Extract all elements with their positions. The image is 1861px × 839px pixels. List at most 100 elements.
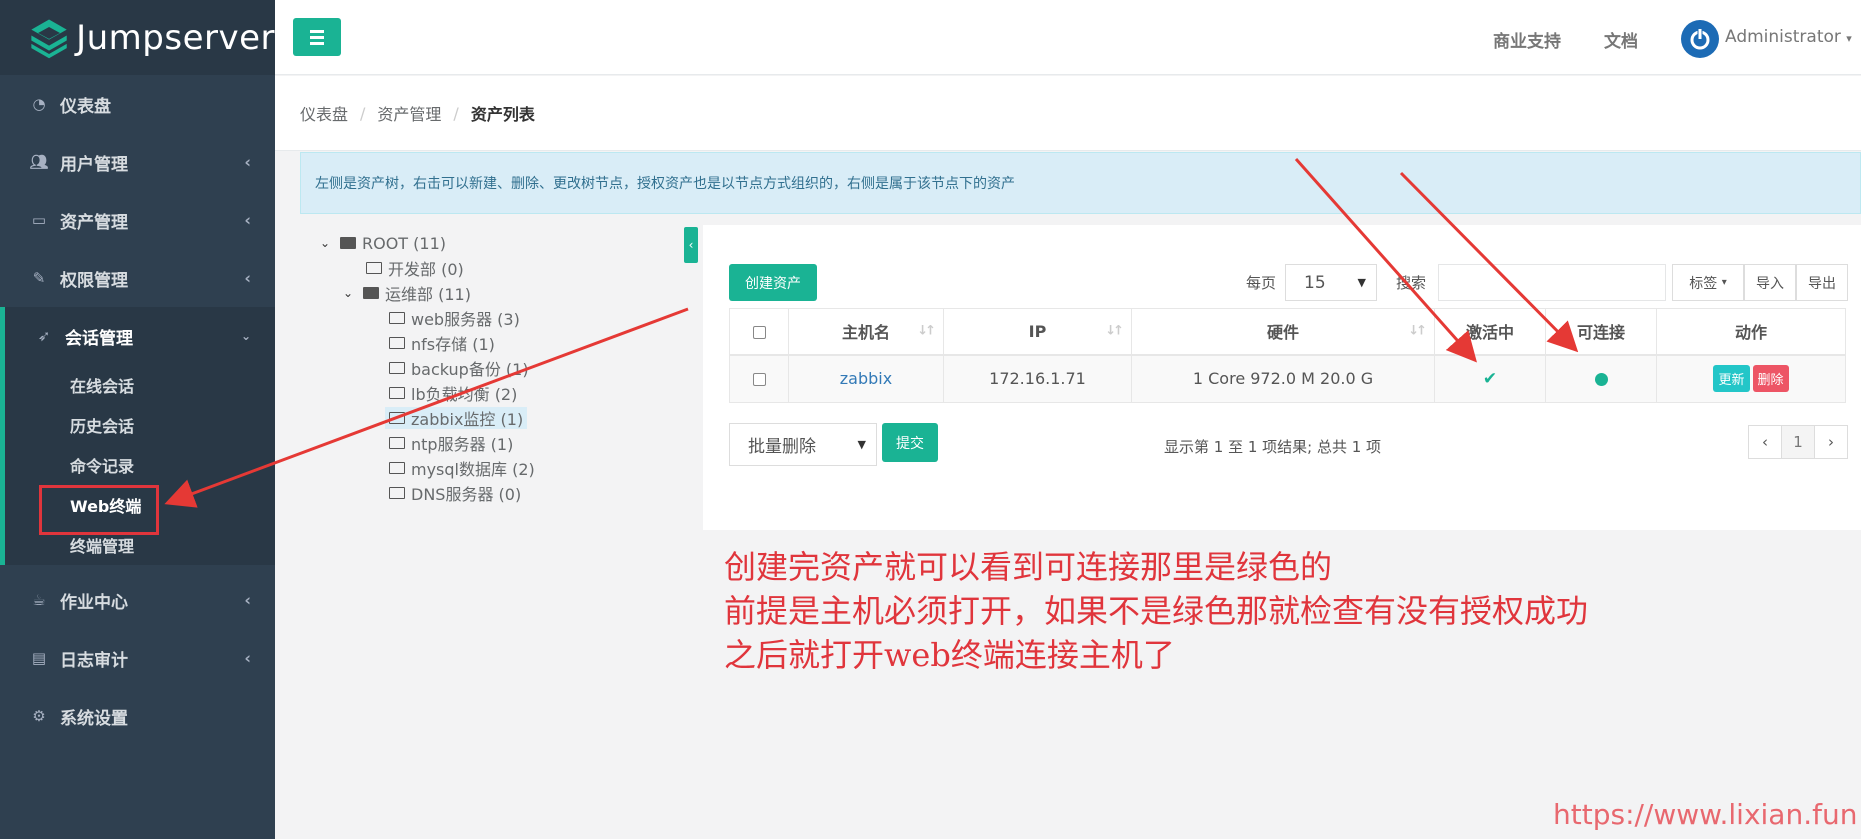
tree-node-label: web服务器 (3) [411,310,520,329]
bulk-action-select[interactable]: 批量删除 ▼ [729,423,877,466]
bulk-action-value: 批量删除 [748,437,816,457]
per-page-select[interactable]: 15 ▼ [1285,264,1377,301]
th-ip[interactable]: IP ↓↑ [943,308,1132,356]
log-icon: ▤ [31,649,47,667]
export-button[interactable]: 导出 [1796,264,1848,301]
chevron-left-icon: ‹ [244,152,251,172]
sub-command-log[interactable]: 命令记录 [5,445,275,485]
commercial-support-link[interactable]: 商业支持 [1493,27,1561,52]
nav-label: 系统设置 [60,708,128,729]
tags-dropdown[interactable]: 标签 ▾ [1672,264,1744,301]
hardware-cell: 1 Core 972.0 M 20.0 G [1131,354,1435,403]
breadcrumb-dashboard[interactable]: 仪表盘 [300,101,348,125]
folder-icon [389,412,405,424]
sub-online-sessions[interactable]: 在线会话 [5,365,275,405]
breadcrumb-assets[interactable]: 资产管理 [377,101,441,125]
chevron-left-icon: ‹ [244,590,251,610]
sidebar: Jumpserver ◔ 仪表盘 👥︎ 用户管理 ‹ ▭ 资产管理 ‹ ✎ 权限… [0,0,275,839]
hamburger-icon [310,29,324,33]
tree-node-label: 运维部 (11) [385,285,471,304]
check-icon: ✔ [1482,368,1498,389]
chevron-left-icon: ‹ [244,210,251,230]
th-hardware[interactable]: 硬件 ↓↑ [1131,308,1435,356]
th-active: 激活中 [1434,308,1546,356]
caret-down-icon: ▾ [1721,277,1727,288]
caret-down-icon: ▼ [1357,276,1366,289]
nav-settings[interactable]: ⚙︎ 系统设置 [0,687,275,745]
per-page-value: 15 [1304,272,1326,293]
sort-icon: ↓↑ [1105,323,1124,339]
chevron-down-icon: ⌄ [240,329,251,343]
hostname-link[interactable]: zabbix [840,369,892,388]
chevron-down-icon: ⌄ [320,236,331,250]
tags-label: 标签 [1689,275,1718,292]
tree-node-zabbix[interactable]: zabbix监控 (1) [385,407,528,429]
next-page-button[interactable]: › [1814,425,1848,459]
tree-node-mysql[interactable]: mysql数据库 (2) [389,457,535,479]
breadcrumb-separator: / [453,103,459,123]
annotation-line: 创建完资产就可以看到可连接那里是绿色的 [724,548,1333,586]
per-page-label: 每页 [1246,274,1277,292]
nav-label: 资产管理 [60,212,128,233]
prev-page-button[interactable]: ‹ [1748,425,1782,459]
nav-jobs[interactable]: ☕︎ 作业中心 ‹ [0,571,275,629]
tree-collapse-toggle[interactable]: ‹ [684,227,698,263]
tree-node-dev[interactable]: 开发部 (0) [366,257,464,279]
tree-node-label: 开发部 (0) [388,260,464,279]
nav-sessions[interactable]: ➶ 会话管理 ⌄ [5,307,275,365]
folder-icon [389,312,405,324]
tree-node-nfs[interactable]: nfs存储 (1) [389,332,495,354]
tree-node-dns[interactable]: DNS服务器 (0) [389,482,521,504]
avatar[interactable] [1681,20,1719,58]
hamburger-icon [310,35,324,39]
th-label: 硬件 [1266,323,1299,343]
nav-label: 用户管理 [60,154,128,175]
update-button[interactable]: 更新 [1713,365,1750,393]
nav-assets[interactable]: ▭ 资产管理 ‹ [0,191,275,249]
tree-node-web[interactable]: web服务器 (3) [389,307,520,329]
folder-open-icon [363,287,379,299]
row-select-cell [729,354,789,403]
create-asset-button[interactable]: 创建资产 [729,264,817,301]
submit-button[interactable]: 提交 [882,423,938,462]
tree-node-backup[interactable]: backup备份 (1) [389,357,529,379]
sub-history-sessions[interactable]: 历史会话 [5,405,275,445]
nav-users[interactable]: 👥︎ 用户管理 ‹ [0,133,275,191]
row-checkbox[interactable] [752,373,766,387]
tree-node-ntp[interactable]: ntp服务器 (1) [389,432,513,454]
gears-icon: ⚙︎ [32,707,46,725]
tree-node-root[interactable]: ⌄ ROOT (11) [320,232,446,254]
watermark: https://www.lixian.fun [1553,798,1858,831]
caret-down-icon: ▼ [857,438,866,451]
nav-perms[interactable]: ✎ 权限管理 ‹ [0,249,275,307]
connectable-cell [1545,354,1657,403]
th-label: IP [1028,321,1047,341]
nav-group-sessions: ➶ 会话管理 ⌄ 在线会话 历史会话 命令记录 Web终端 终端管理 [0,307,275,565]
breadcrumb-asset-list: 资产列表 [470,105,535,124]
sub-web-terminal[interactable]: Web终端 [5,485,275,535]
tree-node-ops[interactable]: ⌄ 运维部 (11) [343,282,471,304]
docs-link[interactable]: 文档 [1604,27,1638,52]
delete-button[interactable]: 删除 [1752,365,1789,393]
coffee-icon: ☕︎ [32,591,46,609]
page-1-button[interactable]: 1 [1781,425,1815,459]
folder-icon [389,362,405,374]
table-row: zabbix 172.16.1.71 1 Core 972.0 M 20.0 G… [729,354,1846,403]
logo[interactable]: Jumpserver [0,0,275,75]
import-button[interactable]: 导入 [1744,264,1796,301]
app-name: Jumpserver [76,17,275,58]
menu-toggle-button[interactable] [293,18,341,56]
nav-audit[interactable]: ▤ 日志审计 ‹ [0,629,275,687]
tree-node-label: mysql数据库 (2) [411,460,535,479]
folder-icon [366,262,382,274]
search-input[interactable] [1438,264,1666,301]
nav-label: 作业中心 [60,592,128,613]
nav-dashboard[interactable]: ◔ 仪表盘 [0,75,275,133]
tree-node-lb[interactable]: lb负载均衡 (2) [389,382,517,404]
tree-node-label: DNS服务器 (0) [411,485,522,504]
user-name: Administrator [1725,27,1841,47]
select-all-checkbox[interactable] [752,325,766,339]
top-navbar: 商业支持 文档 Administrator ▾ [275,0,1861,75]
user-menu[interactable]: Administrator ▾ [1725,27,1852,47]
th-hostname[interactable]: 主机名 ↓↑ [788,308,944,356]
